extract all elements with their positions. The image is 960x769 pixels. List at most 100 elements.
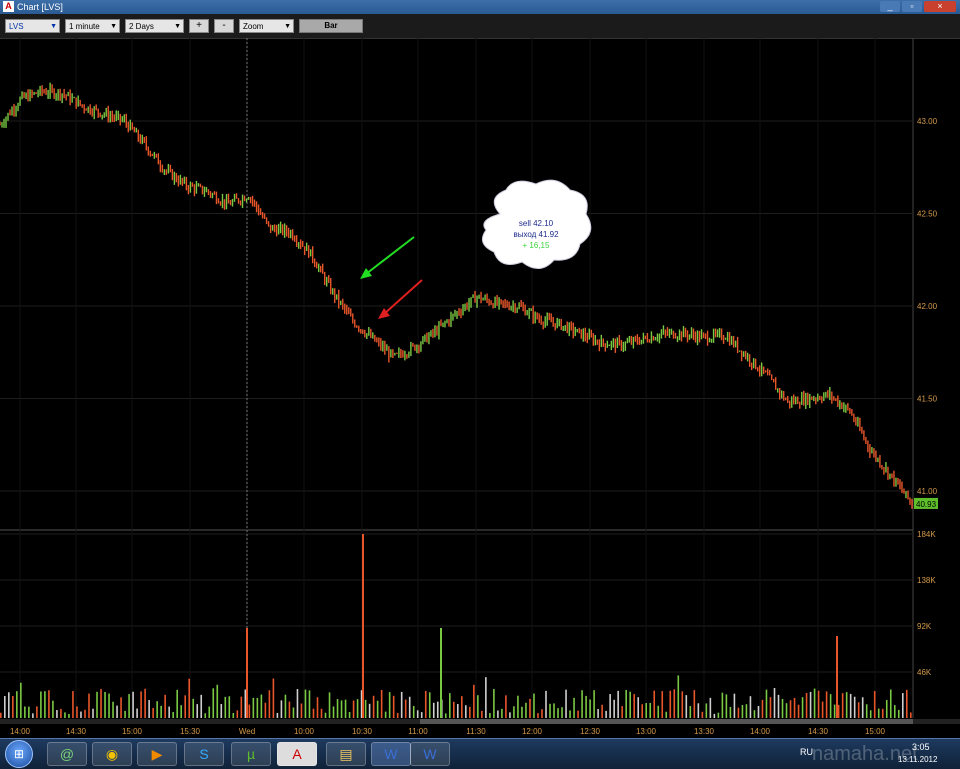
maximize-button[interactable]: ▫ xyxy=(902,1,922,12)
media-player-icon[interactable]: ▶ xyxy=(137,742,177,766)
volume-bar xyxy=(252,697,255,718)
volume-bar xyxy=(585,695,587,718)
volume-bar xyxy=(897,709,900,718)
volume-bar xyxy=(497,710,499,718)
volume-bar xyxy=(144,688,146,718)
zoom-out-button[interactable]: - xyxy=(214,19,234,33)
volume-bar xyxy=(493,688,495,718)
volume-bar xyxy=(60,708,62,718)
volume-bar xyxy=(909,712,912,718)
folder-icon[interactable]: ▤ xyxy=(326,742,366,766)
volume-bar xyxy=(128,694,130,718)
app-a-icon[interactable]: A xyxy=(277,742,317,766)
volume-bar xyxy=(208,706,211,718)
volume-bar xyxy=(424,690,427,718)
volume-bar xyxy=(236,710,239,718)
volume-bar xyxy=(725,694,728,718)
volume-bar xyxy=(733,693,736,718)
volume-bar xyxy=(857,702,860,718)
volume-bar xyxy=(400,691,403,718)
volume-bar xyxy=(889,689,892,718)
volume-bar xyxy=(709,697,712,718)
zoom-in-button[interactable]: + xyxy=(189,19,209,33)
chevron-down-icon: ▼ xyxy=(174,23,181,30)
volume-bar xyxy=(292,707,295,718)
volume-bar xyxy=(4,696,6,718)
volume-bar xyxy=(76,706,78,718)
volume-bar xyxy=(24,706,26,718)
volume-bar xyxy=(412,705,415,718)
volume-bar xyxy=(356,699,359,718)
volume-bar xyxy=(332,706,335,718)
volume-bar xyxy=(48,690,50,718)
note-line: выход 41.92 xyxy=(513,230,559,239)
volume-bar xyxy=(785,703,788,718)
volume-bar xyxy=(432,702,435,718)
volume-bar xyxy=(204,713,207,718)
word-icon[interactable]: W xyxy=(371,742,411,766)
volume-bar xyxy=(773,688,776,718)
volume-bar xyxy=(633,694,635,718)
volume-bar xyxy=(617,690,619,718)
volume-bar xyxy=(789,700,792,718)
volume-bar xyxy=(264,702,267,718)
volume-bar xyxy=(577,710,579,718)
volume-bar xyxy=(669,690,672,718)
volume-bar xyxy=(100,688,102,718)
volume-bar xyxy=(805,692,808,718)
word-doc-icon[interactable]: W xyxy=(410,742,450,766)
volume-bar xyxy=(537,713,539,718)
time-tick-label: 11:00 xyxy=(408,727,428,736)
volume-bar xyxy=(505,695,507,718)
price-axis: 43.00 42.50 42.00 41.50 41.00 40.93 xyxy=(914,117,938,509)
close-button[interactable]: × xyxy=(924,1,956,12)
volume-bar xyxy=(104,691,106,718)
volume-bar xyxy=(416,710,419,718)
volume-bar xyxy=(809,691,812,718)
volume-bar xyxy=(793,697,796,718)
symbol-select[interactable]: LVS ▼ xyxy=(5,19,60,33)
volume-bar xyxy=(344,699,347,718)
time-tick-label: 11:30 xyxy=(466,727,486,736)
volume-bar xyxy=(40,691,42,718)
volume-bar xyxy=(396,712,399,718)
volume-bar xyxy=(469,706,471,718)
volume-bar xyxy=(729,706,732,718)
volume-bar xyxy=(749,696,752,718)
volume-bar xyxy=(801,697,804,718)
minimize-button[interactable]: _ xyxy=(880,1,900,12)
chrome-icon[interactable]: ◉ xyxy=(92,742,132,766)
chart-type-button[interactable]: Bar xyxy=(299,19,363,33)
interval-select[interactable]: 1 minute ▼ xyxy=(65,19,120,33)
volume-bar xyxy=(641,704,644,718)
volume-bar xyxy=(176,689,178,718)
period-select[interactable]: 2 Days ▼ xyxy=(125,19,184,33)
volume-bar xyxy=(44,691,46,718)
volume-spike xyxy=(362,534,364,718)
volume-bar xyxy=(545,690,547,718)
utorrent-icon[interactable]: µ xyxy=(231,742,271,766)
volume-bar xyxy=(12,696,14,718)
volume-bar xyxy=(905,689,908,718)
interval-value: 1 minute xyxy=(69,22,100,31)
volume-bar xyxy=(509,712,511,718)
volume-bar xyxy=(653,690,656,718)
start-button[interactable]: ⊞ xyxy=(5,740,33,768)
volume-bar xyxy=(581,690,583,718)
volume-bar xyxy=(477,695,479,718)
price-tick-label: 42.00 xyxy=(917,302,938,311)
volume-bar xyxy=(553,703,555,718)
skype-icon[interactable]: S xyxy=(184,742,224,766)
time-tick-label: 13:30 xyxy=(694,727,715,736)
symbol-value: LVS xyxy=(9,22,24,31)
volume-bar xyxy=(436,701,439,718)
mail-agent-icon[interactable]: @ xyxy=(47,742,87,766)
volume-bar xyxy=(561,707,563,718)
volume-bar xyxy=(525,702,527,718)
zoom-select[interactable]: Zoom ▼ xyxy=(239,19,294,33)
price-chart[interactable]: 43.00 42.50 42.00 41.50 41.00 40.93 184K 138K 9… xyxy=(0,38,960,738)
volume-bar xyxy=(825,691,828,718)
time-tick-label: 14:30 xyxy=(66,727,87,736)
volume-bar xyxy=(489,713,491,718)
volume-bar xyxy=(685,695,688,718)
